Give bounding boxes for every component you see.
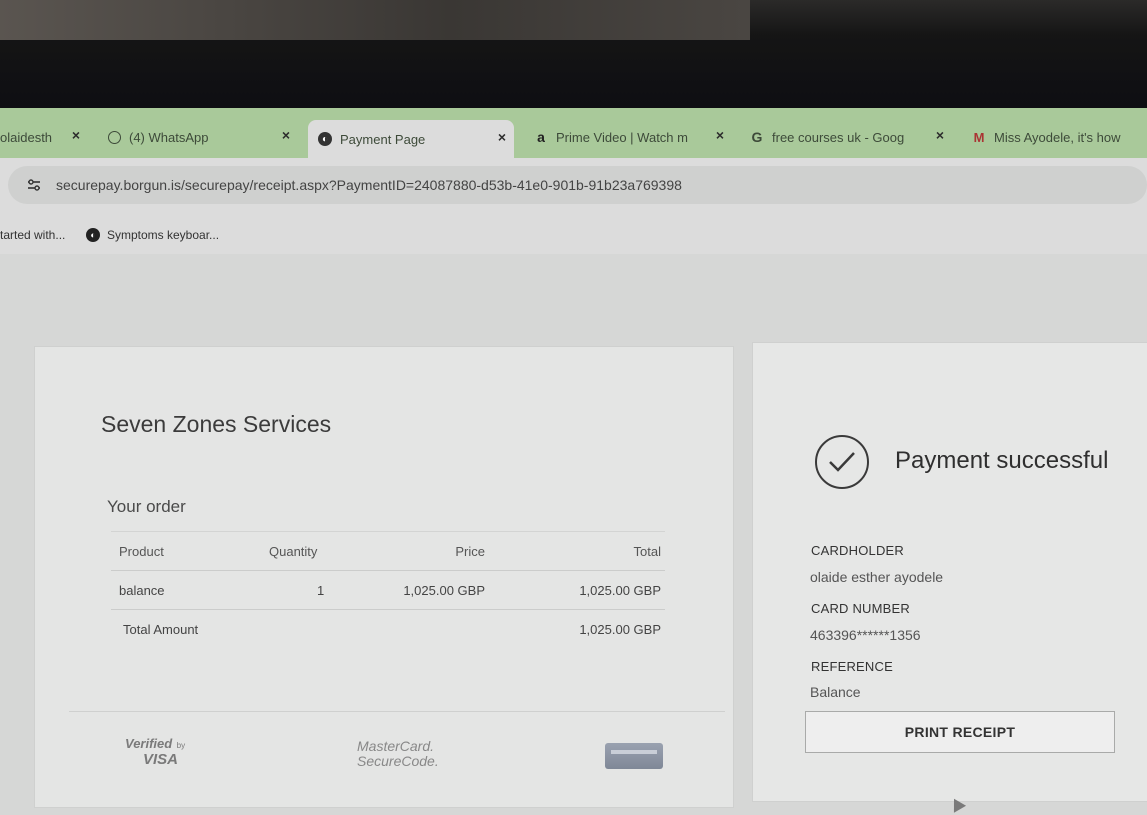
total-label: Total Amount bbox=[123, 622, 199, 637]
whatsapp-icon bbox=[108, 130, 121, 144]
mastercard-securecode-logo: MasterCard. SecureCode. bbox=[357, 738, 439, 769]
close-icon[interactable]: × bbox=[498, 129, 506, 145]
header-product: Product bbox=[119, 544, 164, 559]
cardholder-value: olaide esther ayodele bbox=[810, 569, 944, 585]
bookmark-item[interactable]: tarted with... bbox=[0, 228, 65, 242]
header-total: Total bbox=[633, 544, 661, 559]
item-total: 1,025.00 GBP bbox=[579, 583, 661, 598]
item-price: 1,025.00 GBP bbox=[403, 583, 485, 598]
tab-label: free courses uk - Goog bbox=[772, 129, 905, 145]
divider bbox=[69, 711, 725, 712]
close-icon[interactable]: × bbox=[716, 127, 724, 143]
url-text: securepay.borgun.is/securepay/receipt.as… bbox=[56, 177, 682, 193]
tab-prime-video[interactable]: a Prime Video | Watch m × bbox=[534, 120, 730, 154]
tab-label: Payment Page bbox=[340, 131, 426, 147]
browser-tab-strip: olaidesth × (4) WhatsApp × ◐ Payment Pag… bbox=[0, 108, 1147, 158]
order-table: Product Quantity Price Total balance 1 1… bbox=[111, 531, 665, 648]
merchant-name: Seven Zones Services bbox=[101, 411, 332, 437]
item-product: balance bbox=[119, 583, 165, 598]
checkmark-icon bbox=[815, 435, 869, 489]
payment-status-card: Payment successful CARDHOLDER olaide est… bbox=[752, 342, 1147, 802]
site-settings-icon[interactable] bbox=[24, 175, 44, 195]
globe-icon: ◐ bbox=[86, 228, 100, 242]
tab-gmail[interactable]: M Miss Ayodele, it's how bbox=[972, 120, 1147, 154]
bookmark-label: Symptoms keyboar... bbox=[107, 228, 220, 242]
tab-olaidesth[interactable]: olaidesth × bbox=[0, 120, 90, 154]
gmail-icon: M bbox=[973, 129, 985, 145]
table-header-row: Product Quantity Price Total bbox=[111, 531, 665, 570]
address-bar-row: securepay.borgun.is/securepay/receipt.as… bbox=[0, 158, 1147, 214]
close-icon[interactable]: × bbox=[936, 127, 944, 143]
verified-by-visa-logo: Verified by VISA bbox=[125, 736, 186, 768]
card-number-value: 463396******1356 bbox=[810, 627, 921, 643]
tab-google-search[interactable]: G free courses uk - Goog × bbox=[750, 120, 950, 154]
payment-status: Payment successful bbox=[895, 447, 1109, 474]
bookmark-label: tarted with... bbox=[0, 228, 66, 242]
address-bar[interactable]: securepay.borgun.is/securepay/receipt.as… bbox=[8, 166, 1147, 204]
print-receipt-button[interactable]: PRINT RECEIPT bbox=[805, 711, 1115, 753]
tab-label: olaidesth bbox=[0, 129, 53, 145]
globe-icon: ◐ bbox=[318, 132, 332, 146]
tab-payment-page[interactable]: ◐ Payment Page × bbox=[308, 120, 514, 158]
google-icon: G bbox=[751, 129, 763, 145]
close-icon[interactable]: × bbox=[72, 127, 80, 143]
header-quantity: Quantity bbox=[269, 544, 318, 559]
header-price: Price bbox=[455, 544, 485, 559]
tab-label: Miss Ayodele, it's how bbox=[994, 129, 1121, 145]
amazon-icon: a bbox=[537, 129, 545, 145]
background-object bbox=[0, 0, 750, 40]
page-content: Seven Zones Services Your order Product … bbox=[0, 254, 1147, 815]
tab-label: (4) WhatsApp bbox=[129, 129, 209, 145]
cardholder-label: CARDHOLDER bbox=[811, 543, 905, 558]
table-row: balance 1 1,025.00 GBP 1,025.00 GBP bbox=[111, 570, 665, 609]
item-quantity: 1 bbox=[317, 583, 325, 598]
reference-value: Balance bbox=[810, 684, 861, 700]
tab-label: Prime Video | Watch m bbox=[556, 129, 688, 145]
close-icon[interactable]: × bbox=[282, 127, 290, 143]
card-number-label: CARD NUMBER bbox=[811, 601, 910, 616]
order-heading: Your order bbox=[107, 497, 186, 516]
total-row: Total Amount 1,025.00 GBP bbox=[111, 609, 665, 648]
total-value: 1,025.00 GBP bbox=[579, 622, 661, 637]
bookmarks-bar: tarted with... ◐ Symptoms keyboar... bbox=[0, 214, 1147, 254]
camera-background bbox=[0, 0, 1147, 118]
order-card: Seven Zones Services Your order Product … bbox=[34, 346, 734, 808]
tab-whatsapp[interactable]: (4) WhatsApp × bbox=[108, 120, 298, 154]
security-badge-logo bbox=[605, 743, 663, 769]
bookmark-item[interactable]: ◐ Symptoms keyboar... bbox=[86, 228, 219, 242]
reference-label: REFERENCE bbox=[811, 659, 893, 674]
